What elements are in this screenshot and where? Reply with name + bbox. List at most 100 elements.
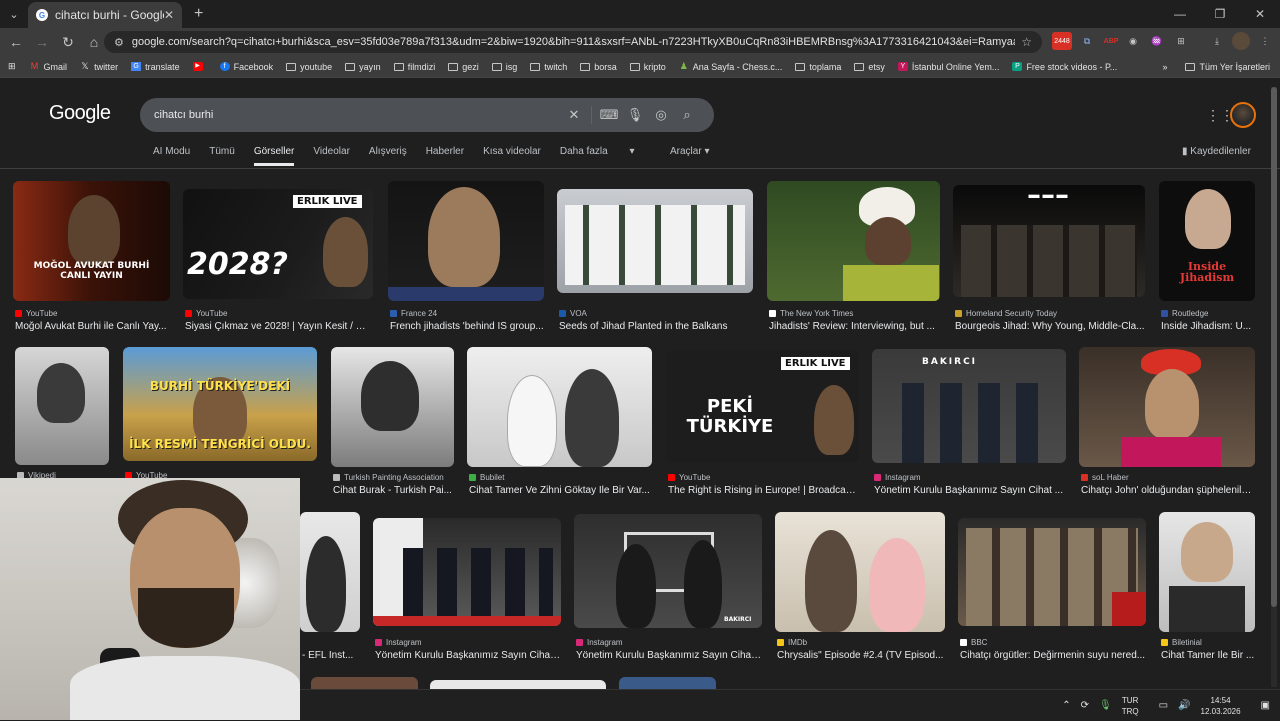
image-result[interactable]: Bileti­nial Cihat Tamer İle Bir ... (1159, 512, 1255, 664)
image-result[interactable]: VOA Seeds of Jihad Planted in the Balkan… (557, 181, 753, 333)
result-title[interactable]: Yönetim Kurulu Başkanımız Sayın Cihat... (576, 650, 762, 661)
minimize-icon[interactable]: — (1160, 7, 1200, 21)
image-result[interactable]: 2028? ERLIK LIVE YouTube Siyasi Çıkmaz v… (183, 181, 373, 333)
image-result-partial[interactable] (619, 677, 716, 689)
clock[interactable]: 14:54 12.03.2026 (1201, 695, 1251, 717)
image-result[interactable]: BURHİ TÜRKİYE'DEKİ İLK RESMİ TENGRİCİ OL… (123, 347, 317, 480)
language-indicator[interactable]: TUR TRQ (1122, 695, 1149, 717)
bookmark-folder-yayin[interactable]: yayın (345, 62, 381, 72)
download-icon[interactable]: ⤓ (1208, 32, 1226, 50)
notification-icon[interactable]: ▣ (1261, 700, 1270, 711)
result-thumbnail[interactable]: BAKIRCI (872, 349, 1066, 463)
site-info-icon[interactable]: ⚙ (114, 36, 124, 49)
result-title[interactable]: Moğol Avukat Burhi ile Canlı Yay... (15, 321, 170, 332)
new-tab-icon[interactable]: + (194, 5, 203, 23)
result-title[interactable]: French jihadists 'behind IS group... (390, 321, 544, 332)
chevron-up-icon[interactable]: ⌃ (1062, 700, 1070, 711)
result-thumbnail[interactable]: Inside Jihadism (1159, 181, 1255, 301)
close-tab-icon[interactable]: ✕ (164, 8, 174, 22)
address-bar[interactable]: ⚙ google.com/search?q=cihatcı+burhi&sca_… (104, 31, 1042, 53)
image-result[interactable]: MOĞOL AVUKAT BURHİ CANLI YAYIN YouTube M… (13, 181, 170, 333)
result-title[interactable]: Cihat Tamer Ve Zihni Göktay İle Bir Var.… (469, 485, 652, 496)
search-icon[interactable]: ⌕ (674, 107, 700, 123)
close-window-icon[interactable]: ✕ (1240, 7, 1280, 21)
restore-icon[interactable]: ❐ (1200, 7, 1240, 21)
saved-link[interactable]: ▮ Kaydedilenler (1182, 146, 1251, 157)
result-title[interactable]: Seeds of Jihad Planted in the Balkans (559, 321, 753, 332)
bookmark-folder-etsy[interactable]: etsy (854, 62, 885, 72)
result-thumbnail[interactable] (557, 189, 753, 293)
result-thumbnail[interactable] (767, 181, 940, 301)
bookmark-facebook[interactable]: f Facebook (219, 62, 273, 72)
image-result[interactable]: The New York Times Jihadists' Review: In… (767, 181, 940, 333)
result-title[interactable]: Jihadists' Review: Interviewing, but ... (769, 321, 940, 332)
bookmark-yemeksepeti[interactable]: Y İstanbul Online Yem... (897, 62, 999, 72)
result-thumbnail[interactable]: ▬ ▬ ▬ (953, 185, 1145, 297)
profile-icon[interactable] (1232, 32, 1250, 50)
lens-camera-icon[interactable]: ◎ (648, 107, 674, 123)
scrollbar[interactable] (1271, 87, 1277, 687)
extension-badge-icon[interactable]: 2448 (1052, 32, 1072, 50)
tab-search-icon[interactable]: ⌄ (0, 8, 28, 21)
sync-icon[interactable]: ⟳ (1081, 700, 1089, 711)
result-thumbnail[interactable] (467, 347, 652, 467)
result-thumbnail[interactable] (1079, 347, 1255, 467)
image-result[interactable]: ERLIK LIVE PEKİ TÜRKİYE YouTube The Righ… (666, 347, 859, 499)
result-title[interactable]: Yönetim Kurulu Başkanımız Sayın Cihat... (375, 650, 561, 661)
result-thumbnail[interactable] (1159, 512, 1255, 632)
adblock-ext-icon[interactable]: ABP (1102, 32, 1120, 50)
image-result[interactable]: BAKIRCI Instagram Yönetim Kurulu Başkanı… (872, 347, 1066, 499)
image-result-partial[interactable] (311, 677, 418, 689)
account-avatar[interactable] (1230, 102, 1256, 128)
result-thumbnail[interactable] (373, 518, 561, 626)
result-thumbnail[interactable] (775, 512, 945, 632)
image-result[interactable]: BAKIRCI Instagram Yönetim Kurulu Başkanı… (574, 512, 762, 664)
image-result[interactable]: BBC Cihatçı örgütler: Değirmenin suyu ne… (958, 512, 1146, 664)
google-logo[interactable]: Google (49, 102, 111, 125)
filter-videos[interactable]: Videolar (313, 146, 350, 166)
image-result[interactable]: ▬ ▬ ▬ Homeland Security Today Bourgeois … (953, 181, 1145, 333)
image-result[interactable]: - EFL Inst... (300, 512, 360, 664)
image-result[interactable]: France 24 French jihadists 'behind IS gr… (388, 181, 544, 333)
result-thumbnail[interactable] (388, 181, 544, 301)
image-result[interactable]: Inside Jihadism Routledge Inside Jihadis… (1159, 181, 1255, 333)
result-title[interactable]: Inside Jihadism: U... (1161, 321, 1255, 332)
image-result[interactable]: Vikipedi (15, 347, 109, 480)
bookmark-youtube[interactable]: ▶ (192, 62, 207, 71)
forward-icon[interactable]: → (30, 34, 54, 50)
result-thumbnail[interactable] (300, 512, 360, 632)
filter-short-videos[interactable]: Kısa videolar (483, 146, 541, 166)
back-icon[interactable]: ← (4, 34, 28, 50)
image-result[interactable]: soL Haber Cihatçı John' olduğundan şüphe… (1079, 347, 1255, 499)
result-title[interactable]: - EFL Inst... (302, 650, 360, 661)
bookmark-folder-isg[interactable]: isg (491, 62, 517, 72)
bookmark-pexels[interactable]: P Free stock videos - P... (1012, 62, 1117, 72)
result-title[interactable]: Yönetim Kurulu Başkanımız Sayın Cihat ..… (874, 485, 1066, 496)
result-title[interactable]: Bourgeois Jihad: Why Young, Middle-Cla..… (955, 321, 1145, 332)
image-result-partial[interactable] (430, 680, 606, 689)
tools-menu[interactable]: Araçlar ▾ (670, 146, 710, 157)
reload-icon[interactable]: ↻ (56, 34, 80, 51)
filter-news[interactable]: Haberler (426, 146, 464, 166)
home-icon[interactable]: ⌂ (82, 34, 106, 50)
chevron-double-right-icon[interactable]: » (1162, 62, 1167, 72)
result-thumbnail[interactable]: ERLIK LIVE PEKİ TÜRKİYE (666, 351, 859, 463)
result-thumbnail[interactable]: BURHİ TÜRKİYE'DEKİ İLK RESMİ TENGRİCİ OL… (123, 347, 317, 461)
filter-more[interactable]: Daha fazla ▾ (560, 146, 654, 166)
bookmark-folder-youtube[interactable]: youtube (286, 62, 332, 72)
bookmark-gmail[interactable]: M Gmail (30, 62, 67, 72)
keyboard-icon[interactable]: ⌨ (596, 107, 622, 123)
all-bookmarks[interactable]: Tüm Yer İşaretleri (1185, 62, 1270, 72)
microphone-icon[interactable]: 🎙 (1099, 700, 1112, 711)
image-result[interactable]: Turkish Painting Association Cihat Burak… (331, 347, 454, 499)
result-title[interactable]: Cihatçı örgütler: Değirmenin suyu nered.… (960, 650, 1146, 661)
result-thumbnail[interactable] (15, 347, 109, 465)
bookmark-folder-filmdizi[interactable]: filmdizi (393, 62, 435, 72)
image-result[interactable]: Instagram Yönetim Kurulu Başkanımız Sayı… (373, 512, 561, 664)
volume-icon[interactable]: 🔊 (1178, 700, 1190, 711)
bookmark-folder-toplama[interactable]: toplama (795, 62, 841, 72)
clear-icon[interactable]: ✕ (561, 107, 587, 123)
result-title[interactable]: Cihat Burak - Turkish Pai... (333, 485, 454, 496)
search-box[interactable]: cihatcı burhi ✕ ⌨ 🎙 ◎ ⌕ (140, 98, 714, 132)
bookmark-folder-kripto[interactable]: kripto (629, 62, 666, 72)
